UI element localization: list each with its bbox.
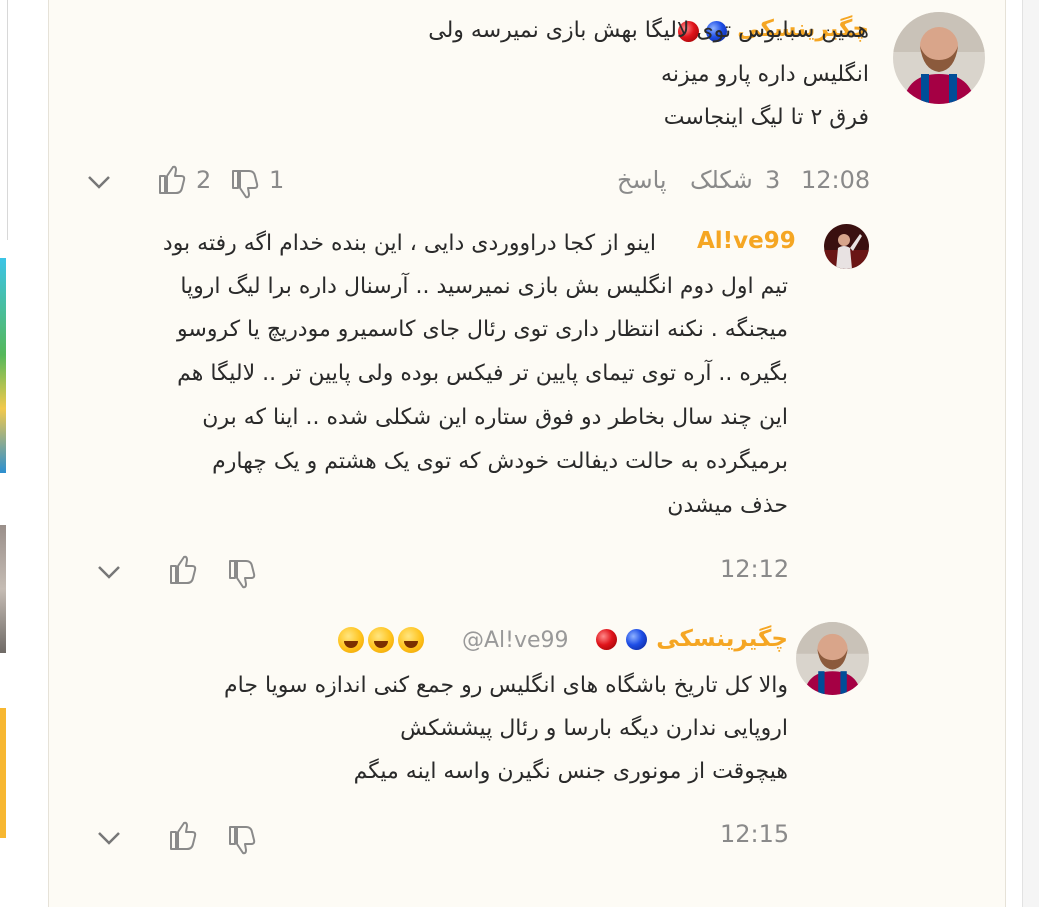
reaction-count: 3 <box>765 166 781 194</box>
comment-time: 12:12 <box>720 555 790 583</box>
joy-emoji-icon <box>368 627 394 653</box>
scrollbar[interactable] <box>1022 0 1039 907</box>
comment-text-line: میجنگه . نکنه انتظار داری توی رئال جای ک… <box>177 317 788 342</box>
reactions-link[interactable]: شکلک <box>690 166 753 194</box>
thumbs-down-icon[interactable] <box>229 166 263 200</box>
avatar[interactable] <box>824 224 869 269</box>
comment-text-line: اینو از کجا دراووردی دایی ، این بنده خدا… <box>162 231 656 256</box>
left-page-edge <box>0 0 8 240</box>
comment-text-line: انگلیس داره پارو میزنه <box>661 62 869 87</box>
thumbs-up-icon[interactable] <box>167 820 201 854</box>
dislike-count: 1 <box>269 166 285 194</box>
left-thumbnail-strip <box>0 525 6 653</box>
comment-username[interactable]: Al!ve99 <box>697 228 796 254</box>
thumbs-down-icon[interactable] <box>226 556 260 590</box>
comment-text-line: تیم اول دوم انگلیس بش بازی نمیرسید .. آر… <box>180 274 788 299</box>
comment-time: 12:08 <box>801 166 871 194</box>
chevron-down-icon[interactable] <box>86 172 112 192</box>
comment-text-line: فرق ۲ تا لیگ اینجاست <box>663 105 869 130</box>
comment-text-line: همین سبایوس توی لالیگا بهش بازی نمیرسه و… <box>428 18 869 43</box>
like-count: 2 <box>196 166 212 194</box>
thumbs-up-icon[interactable] <box>167 554 201 588</box>
joy-emoji-icon <box>338 627 364 653</box>
blue-badge-icon <box>626 629 647 650</box>
comment-text-line: اروپایی ندارن دیگه بارسا و رئال پیششکش <box>400 716 788 741</box>
chevron-down-icon[interactable] <box>96 562 122 582</box>
comment-time: 12:15 <box>720 820 790 848</box>
comment-username[interactable]: چگیرینسکی <box>656 626 788 652</box>
avatar[interactable] <box>893 12 985 104</box>
red-badge-icon <box>596 629 617 650</box>
left-thumbnail-strip <box>0 708 6 838</box>
comment-text-line: حذف میشدن <box>667 493 788 518</box>
reply-link[interactable]: پاسخ <box>617 166 667 194</box>
comment-text-line: این چند سال بخاطر دو فوق ستاره این شکلی … <box>202 405 788 430</box>
joy-emoji-icon <box>398 627 424 653</box>
comment-text-line: بگیره .. آره توی تیمای پایین تر فیکس بود… <box>177 361 788 386</box>
comment-text-line: والا کل تاریخ باشگاه های انگلیس رو جمع ک… <box>224 673 788 698</box>
chevron-down-icon[interactable] <box>96 828 122 848</box>
thumbs-up-icon[interactable] <box>156 164 190 198</box>
mention-link[interactable]: @Al!ve99 <box>462 628 569 653</box>
thumbs-down-icon[interactable] <box>226 822 260 856</box>
avatar[interactable] <box>796 622 869 695</box>
left-thumbnail-strip <box>0 258 6 473</box>
comment-text-line: برمیگرده به حالت دیفالت خودش که توی یک ه… <box>212 449 788 474</box>
comment-text-line: هیچوقت از مونوری جنس نگیرن واسه اینه میگ… <box>353 759 788 784</box>
